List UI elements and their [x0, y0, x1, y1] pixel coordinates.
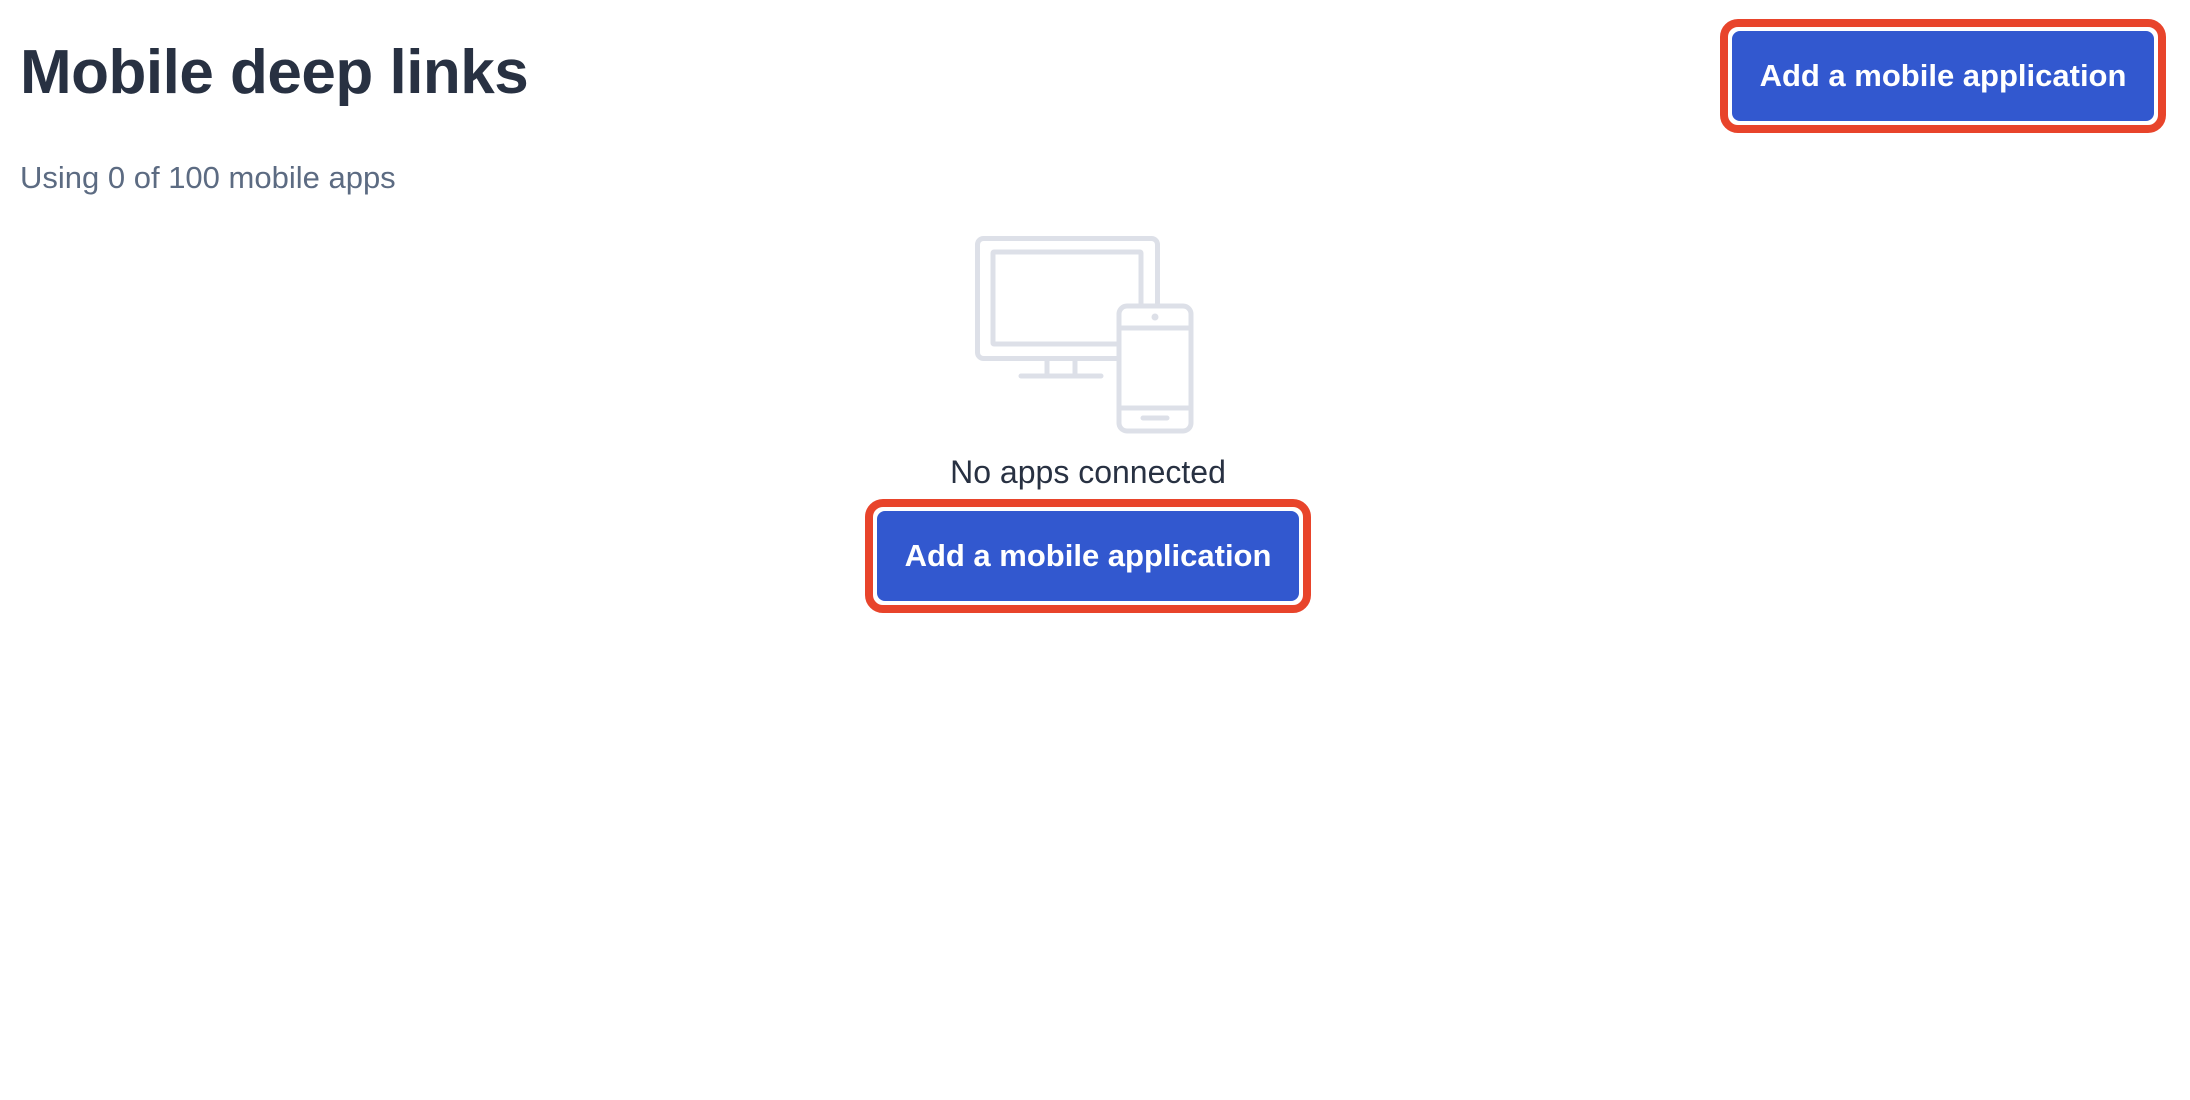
usage-count: Using 0 of 100 mobile apps: [20, 160, 396, 195]
add-mobile-application-button-empty-state[interactable]: Add a mobile application: [877, 511, 1299, 601]
add-app-button-highlight: Add a mobile application: [1720, 19, 2166, 133]
add-app-button-highlight-center: Add a mobile application: [865, 499, 1311, 613]
add-mobile-application-button[interactable]: Add a mobile application: [1732, 31, 2154, 121]
devices-icon: [975, 236, 1195, 436]
empty-state-message: No apps connected: [950, 454, 1226, 490]
mobile-deep-links-page: Mobile deep links Using 0 of 100 mobile …: [0, 0, 2190, 1100]
page-title: Mobile deep links: [20, 38, 529, 107]
